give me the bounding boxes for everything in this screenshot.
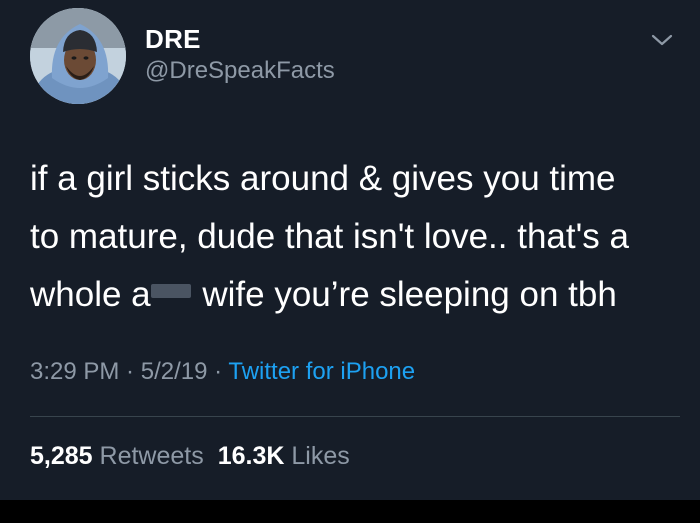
retweets-count: 5,285 bbox=[30, 442, 93, 470]
divider bbox=[30, 416, 680, 417]
tweet-text: if a girl sticks around & gives you time… bbox=[30, 150, 680, 324]
tweet-stats: 5,285 Retweets 16.3K Likes bbox=[30, 442, 350, 471]
avatar[interactable] bbox=[30, 8, 126, 104]
likes-stat[interactable]: 16.3K Likes bbox=[218, 442, 350, 470]
meta-separator: · bbox=[119, 358, 141, 385]
tweet-time[interactable]: 3:29 PM bbox=[30, 358, 119, 385]
likes-label: Likes bbox=[284, 442, 350, 470]
tweet-text-line: whole a wife you’re sleeping on tbh bbox=[30, 266, 680, 324]
display-name[interactable]: DRE bbox=[145, 24, 201, 55]
tweet-text-fragment: whole a bbox=[30, 275, 151, 314]
retweets-stat[interactable]: 5,285 Retweets bbox=[30, 442, 204, 470]
user-avatar-icon bbox=[30, 8, 126, 104]
tweet-meta: 3:29 PM · 5/2/19 · Twitter for iPhone bbox=[30, 358, 415, 386]
tweet-text-fragment: wife you’re sleeping on tbh bbox=[192, 275, 617, 314]
tweet-card: DRE @DreSpeakFacts if a girl sticks arou… bbox=[0, 0, 700, 500]
tweet-text-line: if a girl sticks around & gives you time bbox=[30, 159, 616, 198]
tweet-text-line: to mature, dude that isn't love.. that's… bbox=[30, 217, 629, 256]
tweet-date[interactable]: 5/2/19 bbox=[141, 358, 208, 385]
meta-separator: · bbox=[207, 358, 229, 385]
likes-count: 16.3K bbox=[217, 442, 285, 470]
censor-bar bbox=[150, 284, 191, 298]
chevron-down-icon[interactable] bbox=[648, 30, 676, 50]
retweets-label: Retweets bbox=[92, 442, 204, 470]
user-handle[interactable]: @DreSpeakFacts bbox=[145, 57, 335, 85]
tweet-source-link[interactable]: Twitter for iPhone bbox=[228, 358, 415, 385]
